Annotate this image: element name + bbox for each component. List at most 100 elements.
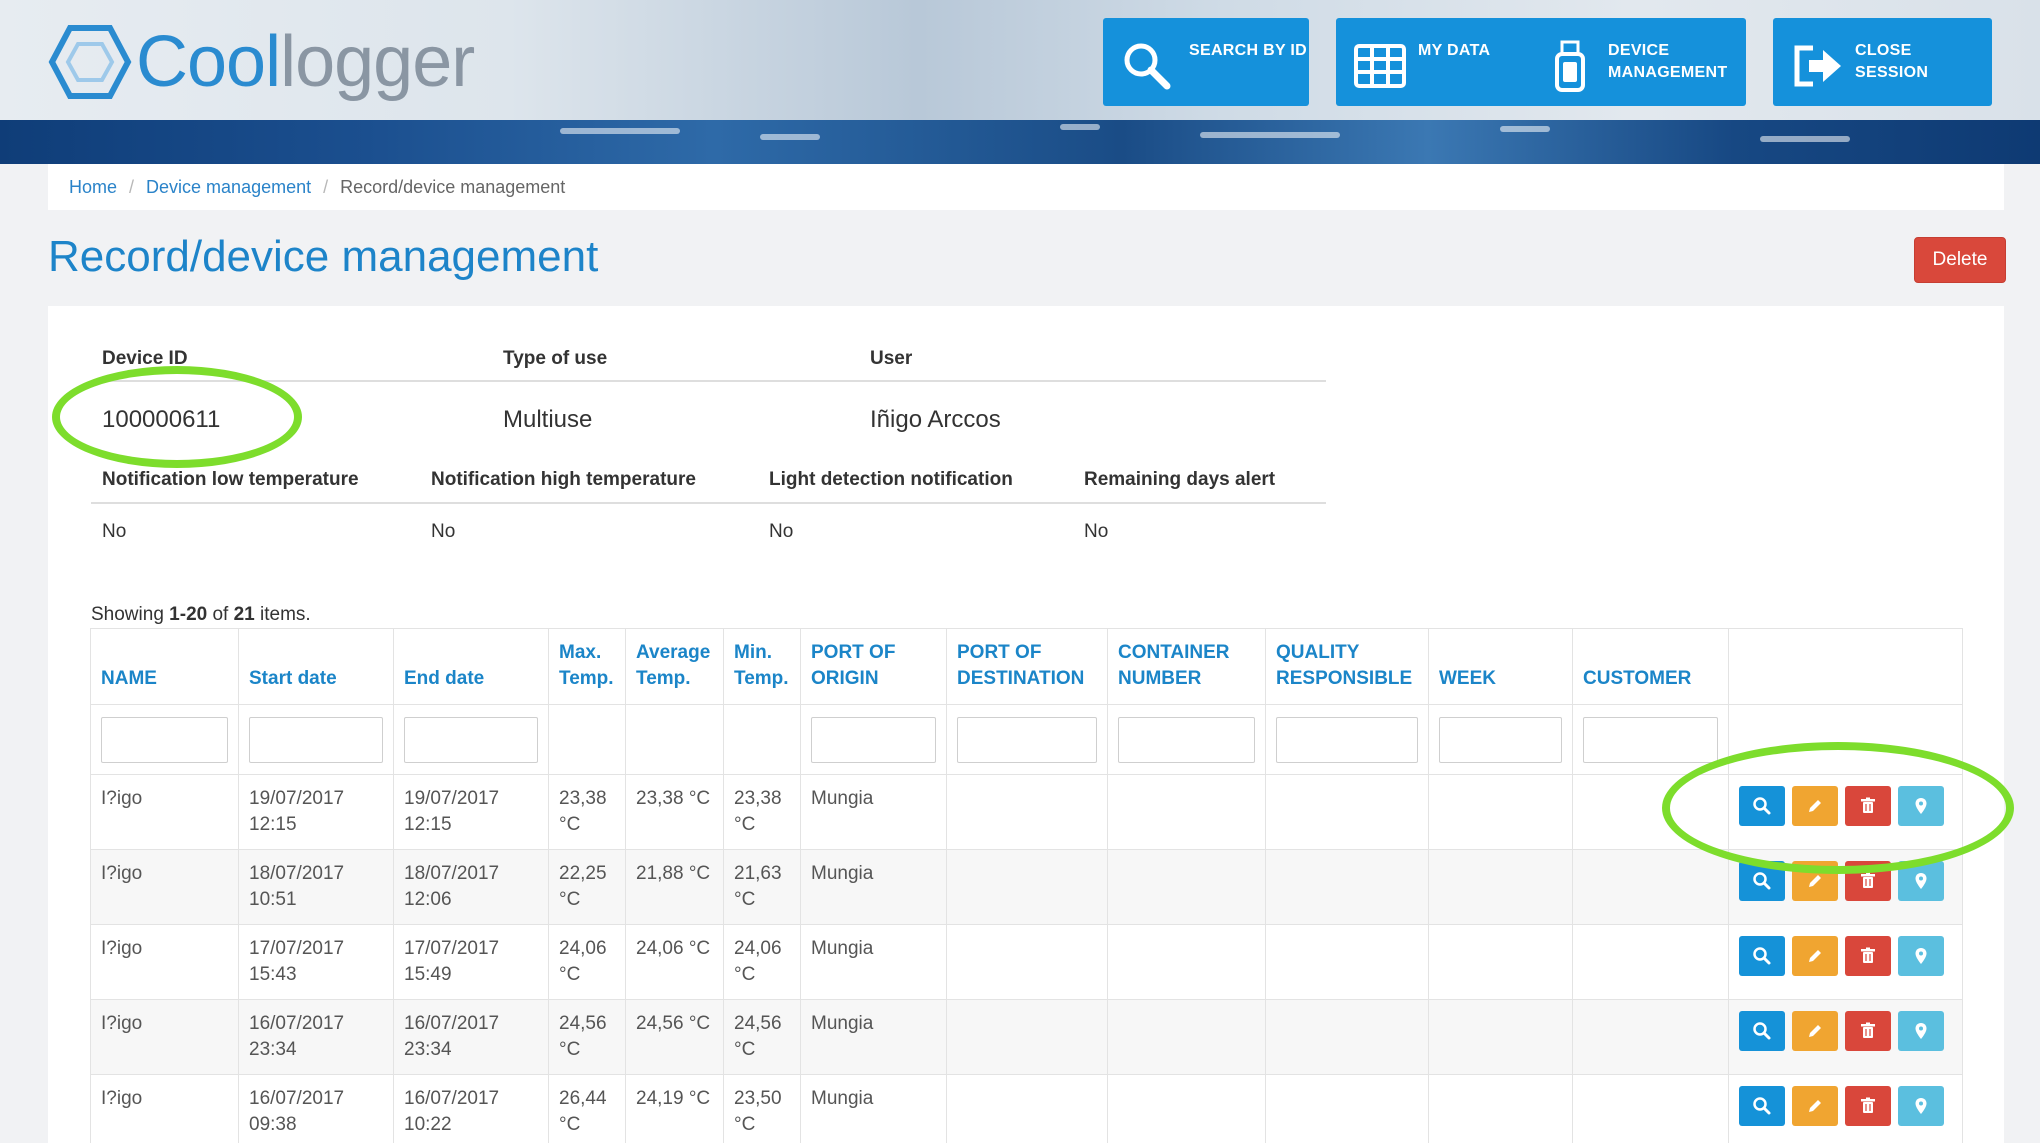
my-data-button[interactable]: MY DATA	[1336, 18, 1536, 106]
col-port-of-origin[interactable]: PORT OF ORIGIN	[800, 628, 947, 705]
search-icon	[1752, 796, 1772, 816]
map-pin-icon	[1911, 1096, 1931, 1116]
col-week[interactable]: WEEK	[1428, 628, 1573, 705]
trash-icon	[1858, 871, 1878, 891]
col-max-temp[interactable]: Max. Temp.	[548, 628, 626, 705]
coollogger-logo[interactable]: Coollogger	[48, 22, 475, 102]
cell-start-date: 19/07/2017 12:15	[238, 774, 394, 850]
trash-icon	[1858, 796, 1878, 816]
col-end-date[interactable]: End date	[393, 628, 549, 705]
cell-name: I?igo	[90, 774, 239, 850]
header-banner-sea	[0, 120, 2040, 164]
pencil-icon	[1805, 1096, 1825, 1116]
quality-responsible-filter-input[interactable]	[1276, 716, 1418, 763]
type-of-use-header: Type of use	[503, 348, 608, 369]
cell-port-of-destination	[946, 849, 1108, 925]
device-management-button[interactable]: DEVICE MANAGEMENT	[1526, 18, 1746, 106]
delete-record-button[interactable]	[1845, 786, 1891, 826]
remaining-days-header: Remaining days alert	[1084, 469, 1276, 490]
delete-record-button[interactable]	[1845, 1086, 1891, 1126]
edit-record-button[interactable]	[1792, 786, 1838, 826]
search-icon	[1752, 1021, 1772, 1041]
delete-record-button[interactable]	[1845, 861, 1891, 901]
breadcrumb-home[interactable]: Home	[69, 177, 117, 198]
breadcrumb-current: Record/device management	[340, 176, 566, 197]
col-actions	[1728, 628, 1963, 705]
cell-week	[1428, 774, 1573, 850]
week-filter-input[interactable]	[1439, 716, 1562, 763]
trash-icon	[1858, 1021, 1878, 1041]
cell-customer	[1572, 849, 1729, 925]
close-session-button[interactable]: CLOSE SESSION	[1773, 18, 1992, 106]
table-row: I?igo 17/07/2017 15:43 17/07/2017 15:49 24,06…	[90, 924, 1963, 1000]
cell-port-of-destination	[946, 1074, 1108, 1143]
cell-max-temp: 26,44 °C	[548, 1074, 626, 1143]
cell-container-number	[1107, 849, 1266, 925]
average-temp-filter-cell	[625, 704, 724, 775]
port-of-origin-filter-input[interactable]	[811, 716, 936, 763]
col-quality-responsible[interactable]: QUALITY RESPONSIBLE	[1265, 628, 1429, 705]
edit-record-button[interactable]	[1792, 1086, 1838, 1126]
map-record-button[interactable]	[1898, 936, 1944, 976]
notif-low-temp-header: Notification low temperature	[102, 469, 359, 490]
delete-button[interactable]: Delete	[1914, 237, 2006, 283]
map-record-button[interactable]	[1898, 1086, 1944, 1126]
cell-port-of-origin: Mungia	[800, 774, 947, 850]
light-detection-header: Light detection notification	[769, 469, 1013, 490]
breadcrumb-separator: /	[323, 176, 329, 197]
map-record-button[interactable]	[1898, 786, 1944, 826]
col-port-of-destination[interactable]: PORT OF DESTINATION	[946, 628, 1108, 705]
cell-average-temp: 24,06 °C	[625, 924, 724, 1000]
view-record-button[interactable]	[1739, 786, 1785, 826]
delete-record-button[interactable]	[1845, 1011, 1891, 1051]
nav-label: MY DATA	[1418, 42, 1491, 59]
table-row: I?igo 18/07/2017 10:51 18/07/2017 12:06 22,25…	[90, 849, 1963, 925]
cell-port-of-origin: Mungia	[800, 1074, 947, 1143]
cell-container-number	[1107, 774, 1266, 850]
cell-quality-responsible	[1265, 774, 1429, 850]
cell-quality-responsible	[1265, 849, 1429, 925]
cell-container-number	[1107, 1074, 1266, 1143]
view-record-button[interactable]	[1739, 936, 1785, 976]
trash-icon	[1858, 1096, 1878, 1116]
max-temp-filter-cell	[548, 704, 626, 775]
map-record-button[interactable]	[1898, 1011, 1944, 1051]
logo-text: Coollogger	[136, 22, 475, 102]
type-of-use-value: Multiuse	[503, 406, 593, 433]
col-name[interactable]: NAME	[90, 628, 239, 705]
col-start-date[interactable]: Start date	[238, 628, 394, 705]
view-record-button[interactable]	[1739, 1086, 1785, 1126]
row-actions	[1739, 1086, 1952, 1126]
map-pin-icon	[1911, 796, 1931, 816]
start-date-filter-input[interactable]	[249, 716, 383, 763]
usb-drive-icon	[1555, 40, 1585, 92]
map-record-button[interactable]	[1898, 861, 1944, 901]
view-record-button[interactable]	[1739, 861, 1785, 901]
cell-end-date: 16/07/2017 23:34	[393, 999, 549, 1075]
breadcrumb-device-management[interactable]: Device management	[146, 177, 311, 198]
customer-filter-input[interactable]	[1583, 716, 1718, 763]
edit-record-button[interactable]	[1792, 1011, 1838, 1051]
col-average-temp[interactable]: Average Temp.	[625, 628, 724, 705]
end-date-filter-input[interactable]	[404, 716, 538, 763]
edit-record-button[interactable]	[1792, 861, 1838, 901]
col-min-temp[interactable]: Min. Temp.	[723, 628, 801, 705]
table-row: I?igo 19/07/2017 12:15 19/07/2017 12:15 23,38…	[90, 774, 1963, 850]
name-filter-input[interactable]	[101, 716, 228, 763]
cell-container-number	[1107, 999, 1266, 1075]
search-by-id-button[interactable]: SEARCH BY ID	[1103, 18, 1309, 106]
map-pin-icon	[1911, 1021, 1931, 1041]
delete-record-button[interactable]	[1845, 936, 1891, 976]
notif-high-temp-header: Notification high temperature	[431, 469, 696, 490]
cell-customer	[1572, 924, 1729, 1000]
port-of-destination-filter-input[interactable]	[957, 716, 1097, 763]
cell-min-temp: 24,06 °C	[723, 924, 801, 1000]
logout-icon	[1794, 45, 1841, 87]
view-record-button[interactable]	[1739, 1011, 1785, 1051]
cell-end-date: 18/07/2017 12:06	[393, 849, 549, 925]
cell-average-temp: 21,88 °C	[625, 849, 724, 925]
col-container-number[interactable]: CONTAINER NUMBER	[1107, 628, 1266, 705]
container-number-filter-input[interactable]	[1118, 716, 1255, 763]
edit-record-button[interactable]	[1792, 936, 1838, 976]
col-customer[interactable]: CUSTOMER	[1572, 628, 1729, 705]
